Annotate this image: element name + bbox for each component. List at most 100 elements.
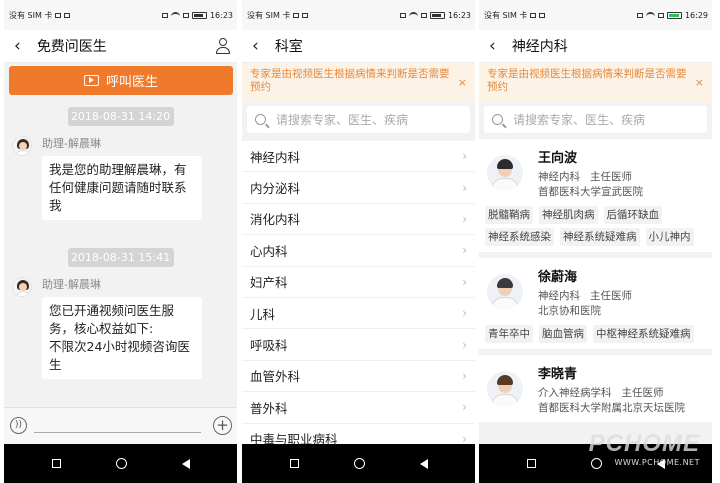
specialty-tag: 后循环缺血 bbox=[603, 206, 662, 224]
chat-log[interactable]: 2018-08-31 14:20 助理-解晨琳 我是您的助理解晨琳，有任何健康问… bbox=[4, 95, 237, 407]
chevron-right-icon: › bbox=[462, 368, 467, 383]
doctor-card[interactable]: 李晓青 介入神经病学科 主任医师 首都医科大学附属北京天坛医院 bbox=[479, 355, 712, 422]
carrier-text: 没有 SIM 卡 bbox=[484, 10, 528, 20]
battery-icon bbox=[666, 11, 682, 19]
sim-icon bbox=[530, 12, 537, 18]
status-bar: 没有 SIM 卡 16:29 bbox=[479, 0, 712, 30]
specialty-tag: 中枢神经系统疑难病 bbox=[593, 325, 694, 343]
phone-screen-chat: 没有 SIM 卡 16:23 ‹ 免费问医生 呼叫医生 2018-08-31 1… bbox=[4, 0, 237, 483]
department-item[interactable]: 消化内科 › bbox=[242, 204, 475, 236]
message-timestamp: 2018-08-31 14:20 bbox=[67, 107, 174, 126]
watermark-url: WWW.PCHOME.NET bbox=[614, 458, 700, 467]
carrier-text: 没有 SIM 卡 bbox=[9, 10, 53, 20]
message-input-bar: )) + bbox=[4, 407, 237, 444]
department-item[interactable]: 呼吸科 › bbox=[242, 329, 475, 361]
notice-banner: 专家是由视频医生根据病情来判断是否需要预约 × bbox=[242, 63, 475, 102]
chevron-right-icon: › bbox=[462, 306, 467, 321]
page-title: 免费问医生 bbox=[36, 39, 107, 55]
chevron-right-icon: › bbox=[462, 211, 467, 226]
department-item[interactable]: 内分泌科 › bbox=[242, 172, 475, 204]
home-icon[interactable] bbox=[115, 458, 127, 469]
system-back-icon[interactable] bbox=[181, 458, 190, 469]
sender-name: 助理-解晨琳 bbox=[42, 278, 101, 291]
message-bubble[interactable]: 您已开通视频问医生服务，核心权益如下: 不限次24小时视频咨询医生 bbox=[42, 297, 202, 379]
specialty-tags: 脱髓鞘病 神经肌肉病 后循环缺血 神经系统感染 神经系统疑难病 小儿神内 bbox=[485, 206, 706, 246]
doctor-avatar bbox=[487, 274, 523, 310]
department-item[interactable]: 心内科 › bbox=[242, 235, 475, 267]
assistant-avatar bbox=[12, 136, 32, 156]
signal-icon bbox=[420, 12, 427, 18]
department-item[interactable]: 儿科 › bbox=[242, 298, 475, 330]
plus-icon[interactable]: + bbox=[213, 416, 232, 435]
assistant-avatar bbox=[12, 277, 32, 297]
recent-apps-icon[interactable] bbox=[289, 459, 299, 468]
search-bar bbox=[242, 102, 475, 139]
specialty-tag: 脑血管病 bbox=[539, 325, 587, 343]
search-box[interactable] bbox=[484, 106, 707, 133]
home-icon[interactable] bbox=[353, 458, 365, 469]
doctor-hospital: 首都医科大学宣武医院 bbox=[538, 186, 643, 198]
clock: 16:29 bbox=[684, 10, 708, 20]
phone-screen-departments: 没有 SIM 卡 16:23 ‹ 科室 专家是由视频医生根据病情来判断是否需要预… bbox=[242, 0, 475, 483]
doctor-dept-title: 神经内科 主任医师 bbox=[538, 171, 633, 183]
message-input[interactable] bbox=[34, 432, 201, 433]
department-label: 神经内科 bbox=[250, 149, 301, 165]
recent-apps-icon[interactable] bbox=[526, 459, 536, 468]
back-button[interactable]: ‹ bbox=[14, 37, 21, 55]
system-nav-bar bbox=[242, 444, 475, 483]
notice-text: 专家是由视频医生根据病情来判断是否需要预约 bbox=[487, 68, 687, 93]
notice-text: 专家是由视频医生根据病情来判断是否需要预约 bbox=[250, 68, 450, 93]
department-list[interactable]: 神经内科 › 内分泌科 › 消化内科 › 心内科 › 妇产科 › 儿科 › 呼吸科 › 血管外… bbox=[242, 141, 475, 449]
system-back-icon[interactable] bbox=[419, 458, 428, 469]
department-item[interactable]: 神经内科 › bbox=[242, 141, 475, 173]
message-bubble[interactable]: 我是您的助理解晨琳，有任何健康问题请随时联系我 bbox=[42, 156, 202, 220]
silent-icon bbox=[161, 12, 168, 18]
user-icon[interactable] bbox=[216, 38, 230, 54]
nav-bar: ‹ 免费问医生 bbox=[4, 30, 237, 63]
recent-apps-icon[interactable] bbox=[51, 459, 61, 468]
doctor-name: 徐蔚海 bbox=[538, 270, 578, 285]
doctor-card[interactable]: 王向波 神经内科 主任医师 首都医科大学宣武医院 脱髓鞘病 神经肌肉病 后循环缺… bbox=[479, 139, 712, 252]
specialty-tag: 神经系统感染 bbox=[485, 228, 554, 246]
search-box[interactable] bbox=[247, 106, 470, 133]
silent-icon bbox=[636, 12, 643, 18]
chevron-right-icon: › bbox=[462, 149, 467, 164]
department-label: 血管外科 bbox=[250, 369, 301, 385]
signal-icon bbox=[657, 12, 664, 18]
clock: 16:23 bbox=[447, 10, 471, 20]
specialty-tag: 青年卒中 bbox=[485, 325, 533, 343]
battery-icon bbox=[191, 11, 207, 19]
signal-icon bbox=[182, 12, 189, 18]
search-input[interactable] bbox=[276, 112, 456, 127]
wifi-icon bbox=[645, 12, 655, 18]
doctor-list[interactable]: 王向波 神经内科 主任医师 首都医科大学宣武医院 脱髓鞘病 神经肌肉病 后循环缺… bbox=[479, 139, 712, 447]
notification-icon bbox=[64, 12, 71, 18]
notification-icon bbox=[302, 12, 309, 18]
voice-input-icon[interactable]: )) bbox=[10, 417, 27, 434]
department-item[interactable]: 妇产科 › bbox=[242, 267, 475, 298]
call-doctor-label: 呼叫医生 bbox=[105, 75, 158, 90]
battery-icon bbox=[429, 11, 445, 19]
wifi-icon bbox=[408, 12, 418, 18]
back-button[interactable]: ‹ bbox=[489, 37, 496, 55]
doctor-hospital: 北京协和医院 bbox=[538, 305, 601, 317]
search-input[interactable] bbox=[513, 112, 693, 127]
sender-name: 助理-解晨琳 bbox=[42, 137, 101, 150]
search-icon bbox=[492, 114, 503, 125]
call-doctor-button[interactable]: 呼叫医生 bbox=[9, 66, 233, 95]
department-item[interactable]: 血管外科 › bbox=[242, 361, 475, 393]
video-camera-icon bbox=[83, 75, 99, 86]
chat-message: 助理-解晨琳 我是您的助理解晨琳，有任何健康问题请随时联系我 bbox=[4, 134, 237, 220]
specialty-tag: 脱髓鞘病 bbox=[485, 206, 533, 224]
doctor-card[interactable]: 徐蔚海 神经内科 主任医师 北京协和医院 青年卒中 脑血管病 中枢神经系统疑难病 bbox=[479, 258, 712, 349]
specialty-tag: 神经肌肉病 bbox=[539, 206, 598, 224]
close-icon[interactable]: × bbox=[695, 76, 704, 89]
back-button[interactable]: ‹ bbox=[252, 37, 259, 55]
department-label: 呼吸科 bbox=[250, 338, 288, 354]
chevron-right-icon: › bbox=[462, 180, 467, 195]
wifi-icon bbox=[170, 12, 180, 18]
doctor-name: 王向波 bbox=[538, 151, 578, 166]
department-item[interactable]: 普外科 › bbox=[242, 392, 475, 424]
close-icon[interactable]: × bbox=[458, 76, 467, 89]
doctor-dept-title: 介入神经病学科 主任医师 bbox=[538, 387, 664, 399]
